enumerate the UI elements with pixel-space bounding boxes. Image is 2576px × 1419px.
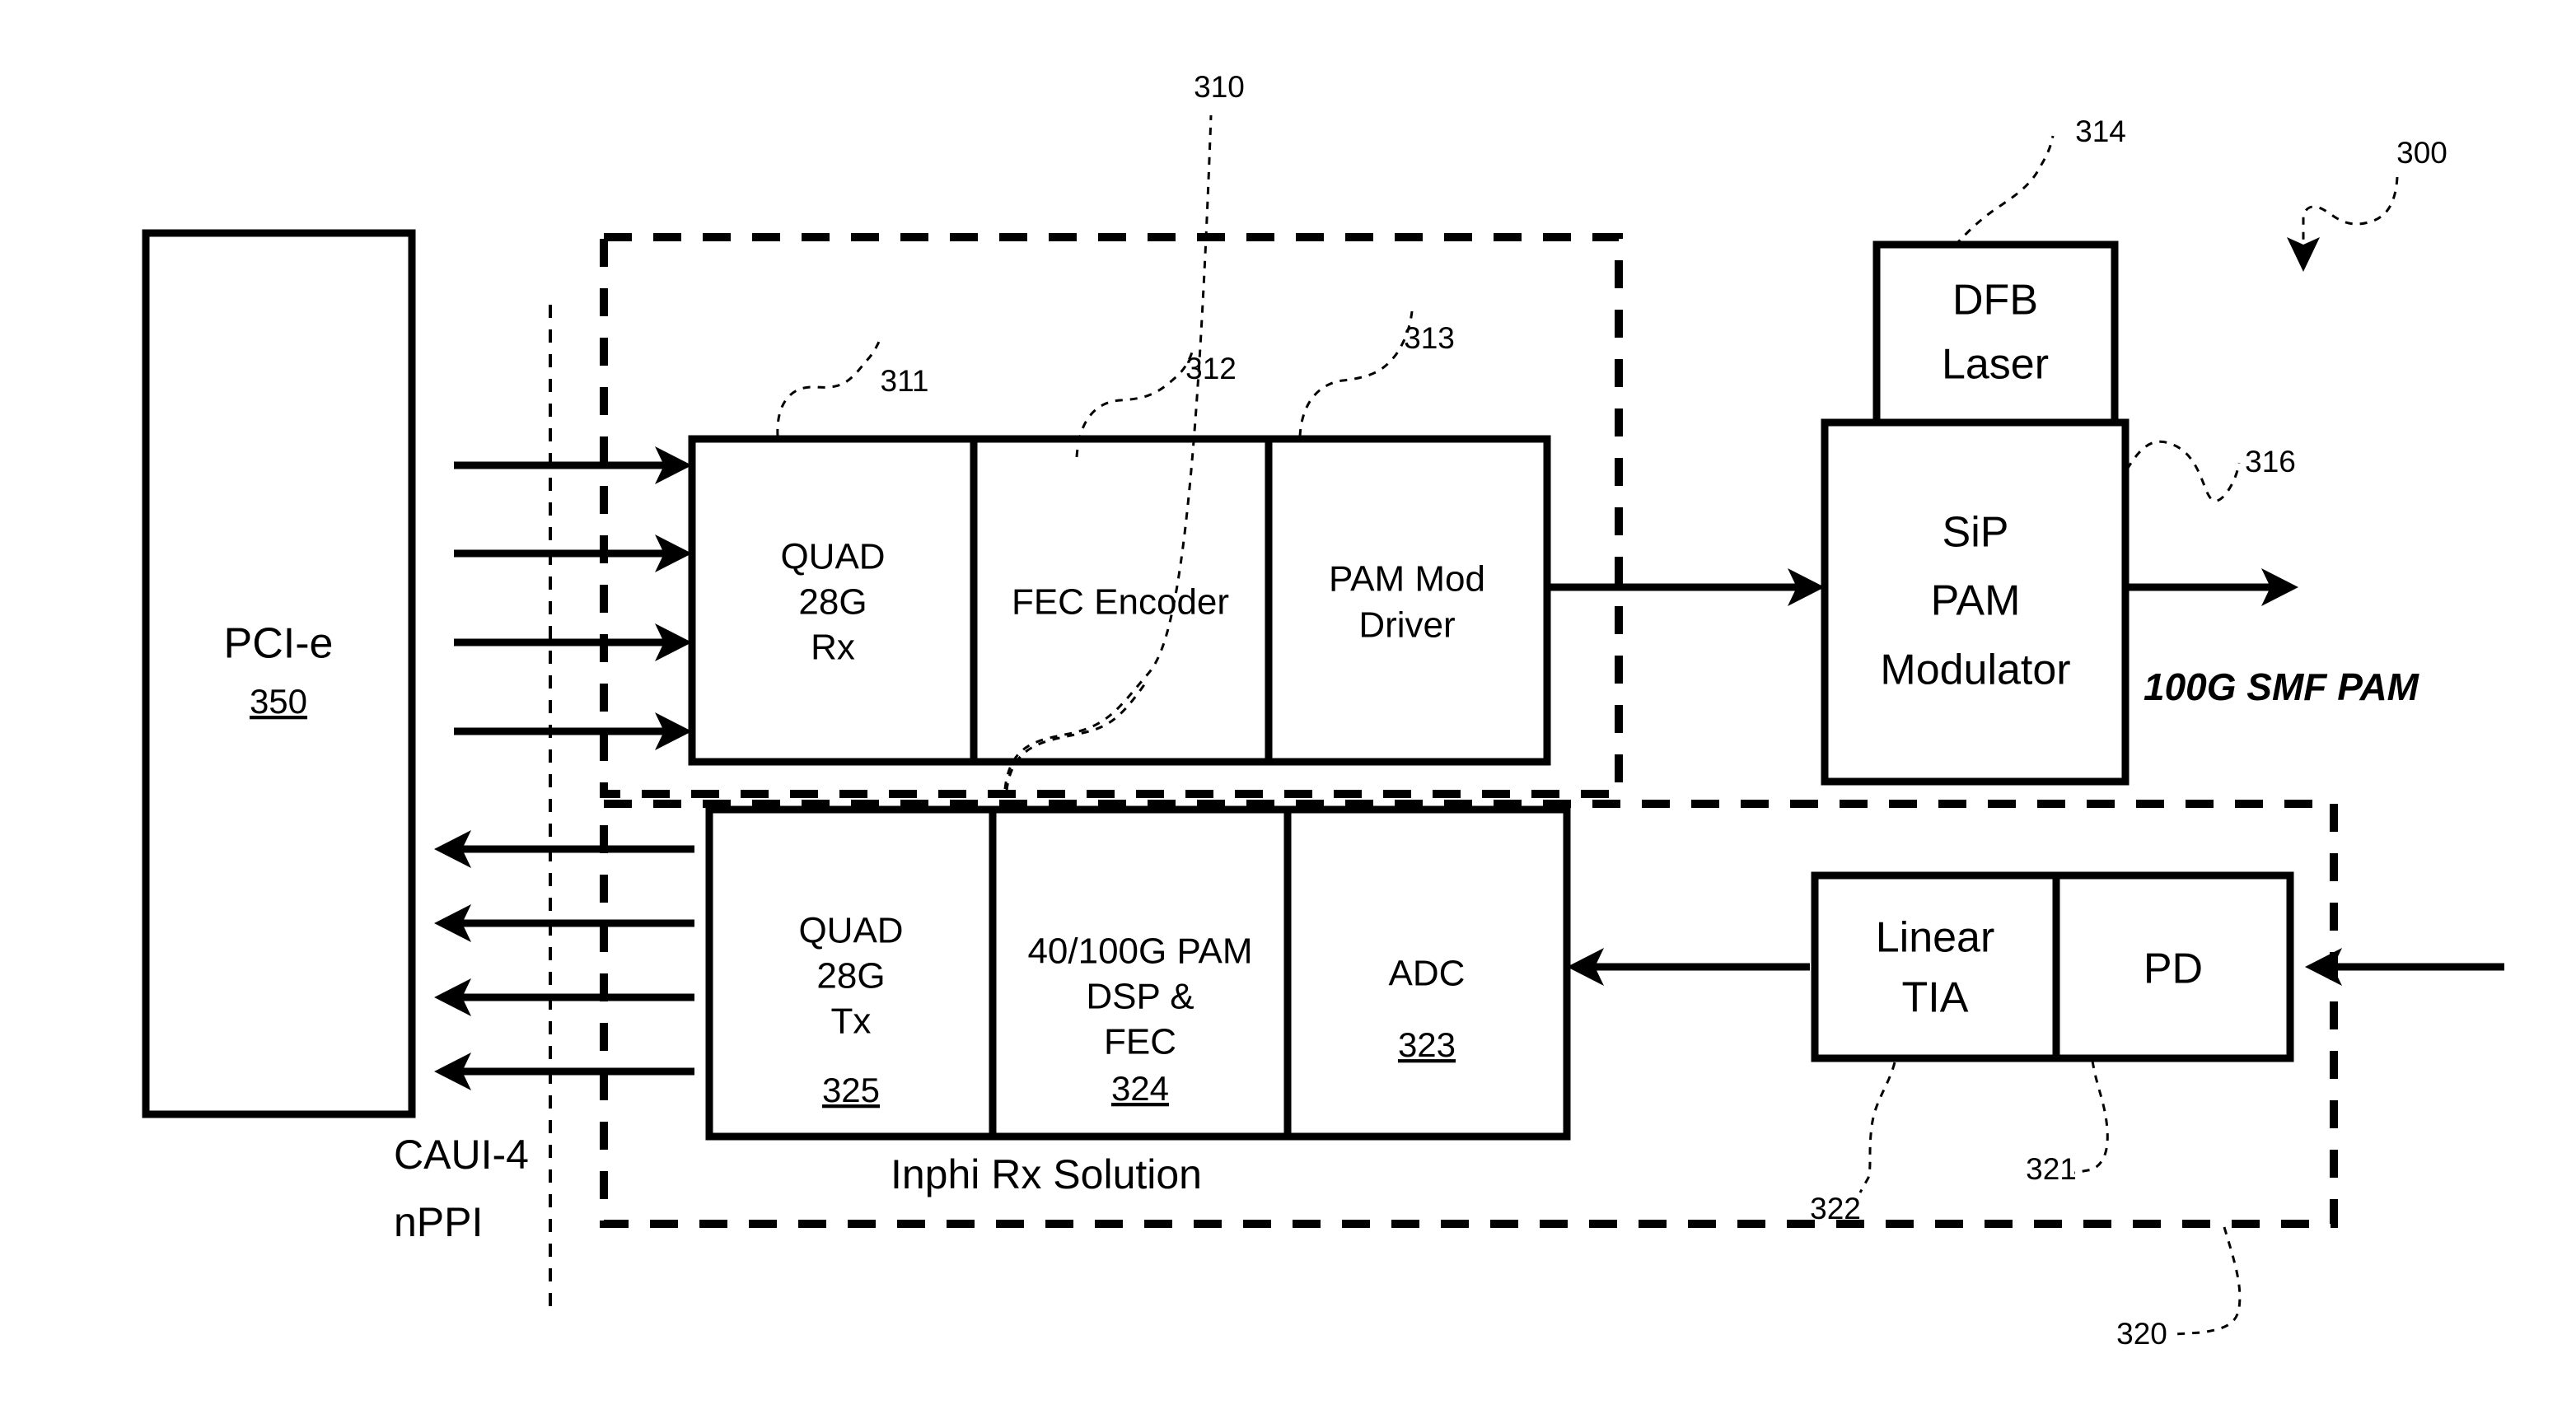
- quad-28g-rx-line-2: 28G: [798, 582, 867, 623]
- linear-tia-line-2: TIA: [1902, 974, 1969, 1022]
- quad-28g-tx-line-3: Tx: [831, 1001, 872, 1042]
- lead-300: [2302, 176, 2399, 247]
- fec-encoder-line-1: FEC Encoder: [1012, 582, 1229, 623]
- pam-dsp-fec-ref: 324: [1111, 1069, 1169, 1108]
- optical-output-label: 100G SMF PAM: [2144, 665, 2420, 708]
- pcie-label: PCI-e: [224, 620, 334, 668]
- tia-to-adc-arrow: [1567, 948, 1810, 986]
- sip-pam-modulator-line-1: SiP: [1943, 509, 2009, 557]
- lead-316: [2125, 440, 2241, 502]
- pam-dsp-fec-line-1: 40/100G PAM: [1027, 931, 1252, 972]
- rx-solution-caption: Inphi Rx Solution: [891, 1151, 1202, 1197]
- pam-mod-driver-line-2: Driver: [1358, 605, 1455, 646]
- lead-313: [1298, 310, 1414, 437]
- ref-320: 320: [2116, 1317, 2167, 1351]
- pam-dsp-fec-line-2: DSP &: [1086, 977, 1194, 1017]
- sip-pam-modulator-line-2: PAM: [1931, 577, 2021, 625]
- ref-312: 312: [1185, 352, 1237, 385]
- ref-321: 321: [2026, 1152, 2077, 1186]
- quad-28g-tx-line-1: QUAD: [798, 911, 903, 951]
- pcie-ref: 350: [250, 682, 307, 721]
- ref-316: 316: [2245, 445, 2296, 478]
- ref-300-arrowhead: [2287, 237, 2320, 272]
- optical-input-arrow: [2305, 948, 2504, 986]
- pam-dsp-fec-line-3: FEC: [1104, 1022, 1176, 1062]
- nppi-label: nPPI: [394, 1199, 483, 1245]
- linear-tia-block[interactable]: [1811, 871, 2060, 1062]
- tx-lane-arrows: [454, 446, 692, 750]
- pam-mod-driver-line-1: PAM Mod: [1329, 559, 1485, 600]
- linear-tia-line-1: Linear: [1876, 914, 1995, 962]
- ref-311: 311: [881, 364, 929, 398]
- dfb-laser-line-2: Laser: [1942, 341, 2049, 389]
- lead-311: [776, 335, 883, 437]
- ref-313: 313: [1404, 321, 1455, 355]
- ref-300: 300: [2396, 136, 2447, 170]
- ref-322: 322: [1810, 1192, 1861, 1225]
- ref-314: 314: [2075, 114, 2126, 148]
- rx-lane-arrows: [434, 830, 694, 1090]
- adc-line-1: ADC: [1389, 954, 1466, 994]
- lead-314: [1953, 135, 2055, 247]
- dfb-laser-line-1: DFB: [1952, 277, 2038, 324]
- sip-pam-modulator-line-3: Modulator: [1880, 646, 2070, 694]
- lead-321: [2073, 1060, 2109, 1174]
- optical-output-arrow: [2125, 568, 2298, 606]
- pam-mod-driver-block[interactable]: [1265, 435, 1551, 766]
- photodiode-line-1: PD: [2144, 945, 2203, 993]
- lead-320: [2174, 1226, 2242, 1336]
- driver-to-modulator-arrow: [1547, 568, 1825, 606]
- adc-ref: 323: [1398, 1025, 1456, 1064]
- quad-28g-tx-line-2: 28G: [816, 956, 885, 997]
- lead-322: [1858, 1062, 1896, 1193]
- patent-figure: PCI-e 350 QUAD 28G Rx FEC Encoder PAM Mo…: [0, 0, 2576, 1419]
- block-diagram-canvas: PCI-e 350 QUAD 28G Rx FEC Encoder PAM Mo…: [142, 70, 2504, 1351]
- dfb-laser-block[interactable]: [1872, 240, 2119, 432]
- quad-28g-rx-line-1: QUAD: [780, 537, 885, 577]
- pcie-block[interactable]: [142, 229, 416, 1118]
- ref-310: 310: [1194, 70, 1245, 104]
- quad-28g-rx-line-3: Rx: [811, 628, 855, 668]
- caui4-label: CAUI-4: [394, 1132, 529, 1178]
- quad-28g-tx-ref: 325: [822, 1071, 880, 1109]
